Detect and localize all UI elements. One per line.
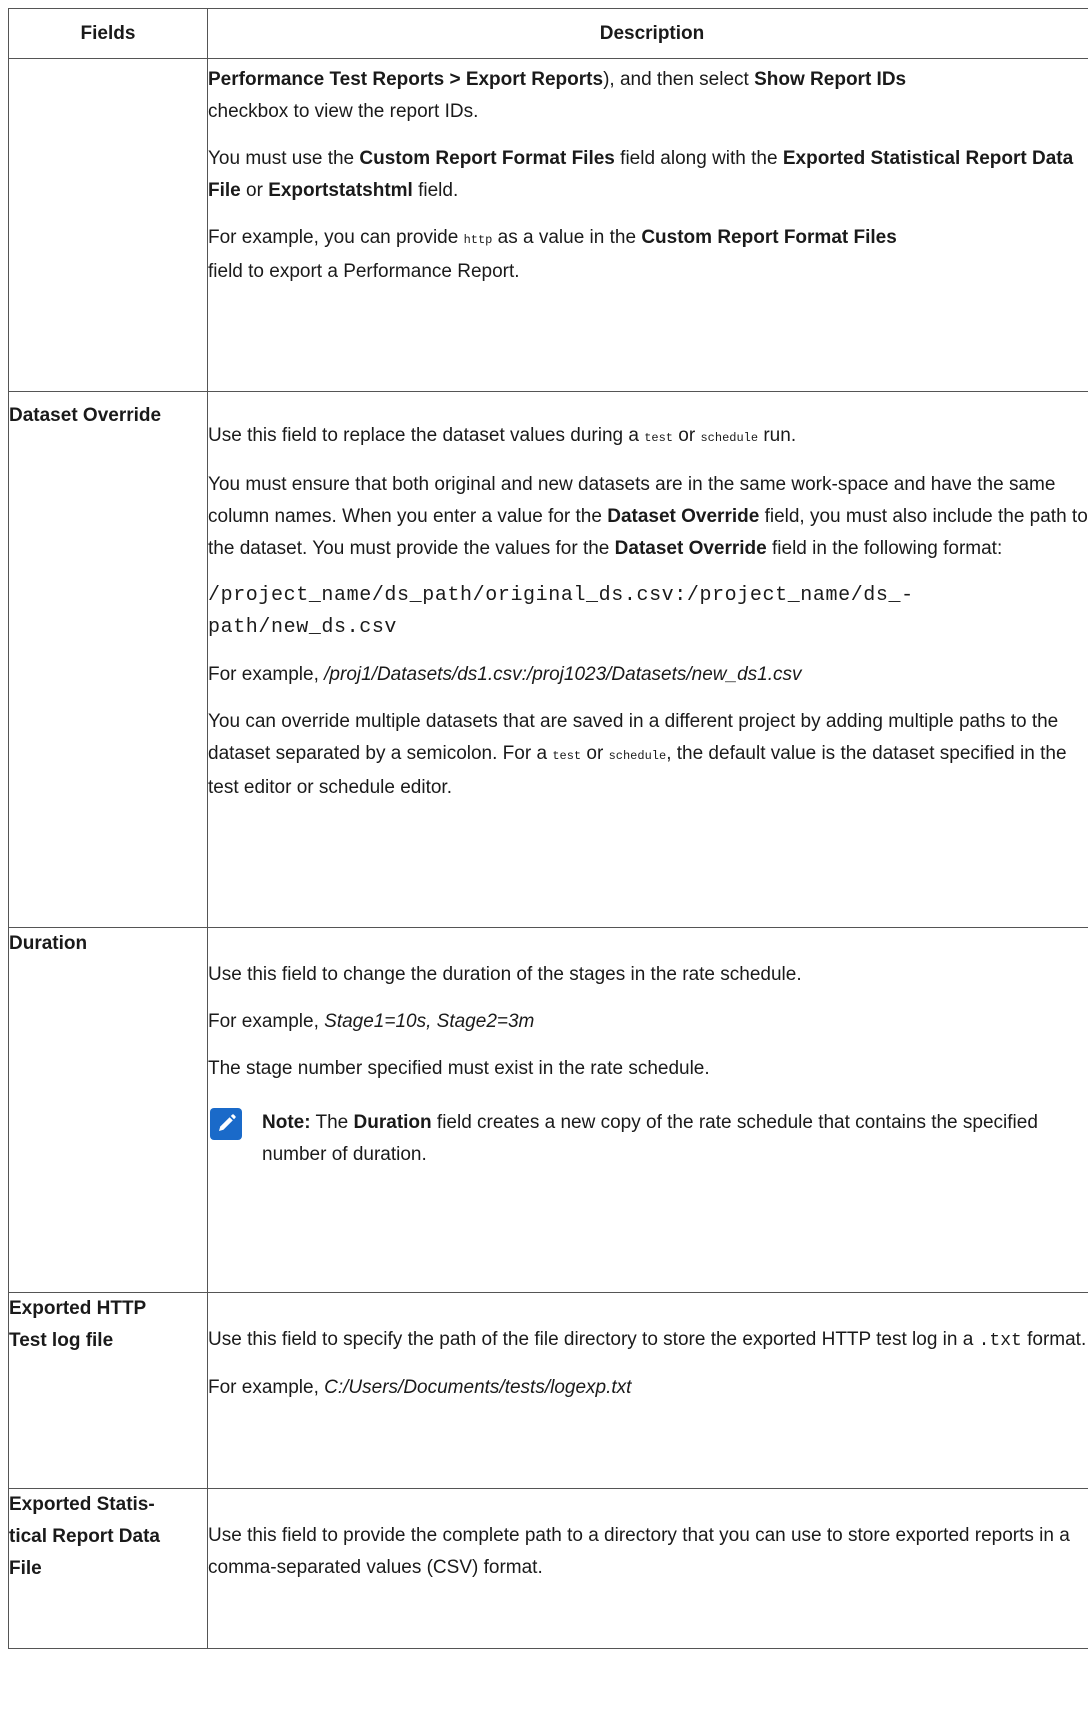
code-snippet: test <box>552 749 582 763</box>
description-cell: Use this field to change the duration of… <box>207 927 1088 1293</box>
example-value: /proj1/Datasets/ds1.csv:/proj1023/Datase… <box>324 664 802 685</box>
text-run: field in the following format: <box>766 538 1003 559</box>
pencil-icon <box>210 1108 242 1140</box>
show-report-ids-label: Show Report IDs <box>754 69 907 90</box>
description-cell: Use this field to replace the dataset va… <box>207 391 1088 928</box>
field-cell-empty <box>8 58 208 392</box>
text-run: For example, <box>208 664 325 685</box>
description-paragraph: For example, you can provide http as a v… <box>208 222 1088 288</box>
table-row: Exported HTTP Test log file Use this fiel… <box>8 1292 1088 1489</box>
description-paragraph: Use this field to provide the complete p… <box>208 1525 1070 1578</box>
description-paragraph: For example, C:/Users/Documents/tests/lo… <box>208 1372 1088 1404</box>
text-run: ), and then select <box>603 69 755 90</box>
table-row: Exported Statis-tical Report Data File Us… <box>8 1488 1088 1649</box>
text-run: For example, <box>208 1377 325 1398</box>
description-cell: Use this field to provide the complete p… <box>207 1488 1088 1649</box>
note-label: Note: <box>262 1112 311 1133</box>
example-value: Stage1=10s, Stage2=3m <box>324 1011 535 1032</box>
field-reference: Custom Report Format Files <box>641 227 897 248</box>
text-run: field. <box>412 180 459 201</box>
text-run: Use this field to replace the dataset va… <box>208 425 645 446</box>
description-paragraph: For example, Stage1=10s, Stage2=3m <box>208 1006 1088 1038</box>
description-cell: Use this field to specify the path of th… <box>207 1292 1088 1489</box>
description-paragraph: You can override multiple datasets that … <box>208 706 1088 804</box>
text-run: Test log file <box>9 1330 114 1351</box>
example-value: C:/Users/Documents/tests/logexp.txt <box>324 1377 632 1398</box>
text-run: run. <box>758 425 797 446</box>
code-snippet: test <box>644 431 674 445</box>
text-run: field along with the <box>614 148 783 169</box>
description-paragraph: You must ensure that both original and n… <box>208 469 1088 565</box>
fields-table: Fields Description Performance Test Repo… <box>8 8 1088 1649</box>
text-run: tical Report Data <box>9 1526 160 1547</box>
field-reference: Duration <box>353 1112 432 1133</box>
header-fields: Fields <box>8 8 208 59</box>
text-run: or <box>240 180 269 201</box>
description-paragraph: For example, /proj1/Datasets/ds1.csv:/pr… <box>208 659 1088 691</box>
description-cell: Performance Test Reports > Export Report… <box>207 58 1088 392</box>
note-box: Note: The Duration field creates a new c… <box>210 1107 1088 1171</box>
text-run: field to export a Performance Report. <box>208 261 520 282</box>
text-run: or <box>581 743 609 764</box>
code-snippet: http <box>463 233 493 247</box>
code-snippet: schedule <box>700 431 759 445</box>
text-run: The <box>310 1112 354 1133</box>
description-paragraph: Use this field to specify the path of th… <box>208 1324 1088 1357</box>
table-row: Duration Use this field to change the du… <box>8 927 1088 1293</box>
text-run: For example, you can provide <box>208 227 464 248</box>
field-reference: Dataset Override <box>614 538 767 559</box>
menu-path: Performance Test Reports > Export Report… <box>208 69 604 90</box>
description-paragraph: Use this field to change the duration of… <box>208 964 802 985</box>
description-paragraph: The stage number specified must exist in… <box>208 1058 710 1079</box>
header-description: Description <box>207 8 1088 59</box>
table-row: Performance Test Reports > Export Report… <box>8 58 1088 392</box>
table-row: Dataset Override Use this field to repla… <box>8 391 1088 928</box>
table-header-row: Fields Description <box>8 8 1088 59</box>
description-paragraph: Use this field to replace the dataset va… <box>208 420 1088 454</box>
code-snippet: .txt <box>978 1331 1022 1351</box>
field-reference: Dataset Override <box>607 506 760 527</box>
text-run: Use this field to specify the path of th… <box>208 1329 979 1350</box>
text-run: File <box>9 1558 42 1579</box>
description-paragraph: Performance Test Reports > Export Report… <box>208 64 1088 128</box>
note-text: Note: The Duration field creates a new c… <box>262 1107 1088 1171</box>
field-name: Exported HTTP Test log file <box>8 1292 208 1489</box>
description-paragraph: You must use the Custom Report Format Fi… <box>208 143 1088 207</box>
text-run: /project_name/ds_path/original_ds.csv:/p… <box>208 584 914 607</box>
text-run: format. <box>1021 1329 1087 1350</box>
path-format: /project_name/ds_path/original_ds.csv:/p… <box>208 580 1088 644</box>
field-name: Duration <box>8 927 208 1293</box>
field-reference: Exportstatshtml <box>268 180 413 201</box>
text-run: as a value in the <box>492 227 642 248</box>
text-run: Exported HTTP <box>9 1298 147 1319</box>
field-reference: Custom Report Format Files <box>359 148 615 169</box>
text-run: You must use the <box>208 148 360 169</box>
code-snippet: schedule <box>608 749 667 763</box>
text-run: or <box>673 425 701 446</box>
text-run: checkbox to view the report IDs. <box>208 101 479 122</box>
text-run: For example, <box>208 1011 325 1032</box>
field-name: Dataset Override <box>8 391 208 928</box>
text-run: path/new_ds.csv <box>208 616 398 639</box>
field-name: Exported Statis-tical Report Data File <box>8 1488 208 1649</box>
text-run: Exported Statis- <box>9 1494 155 1515</box>
